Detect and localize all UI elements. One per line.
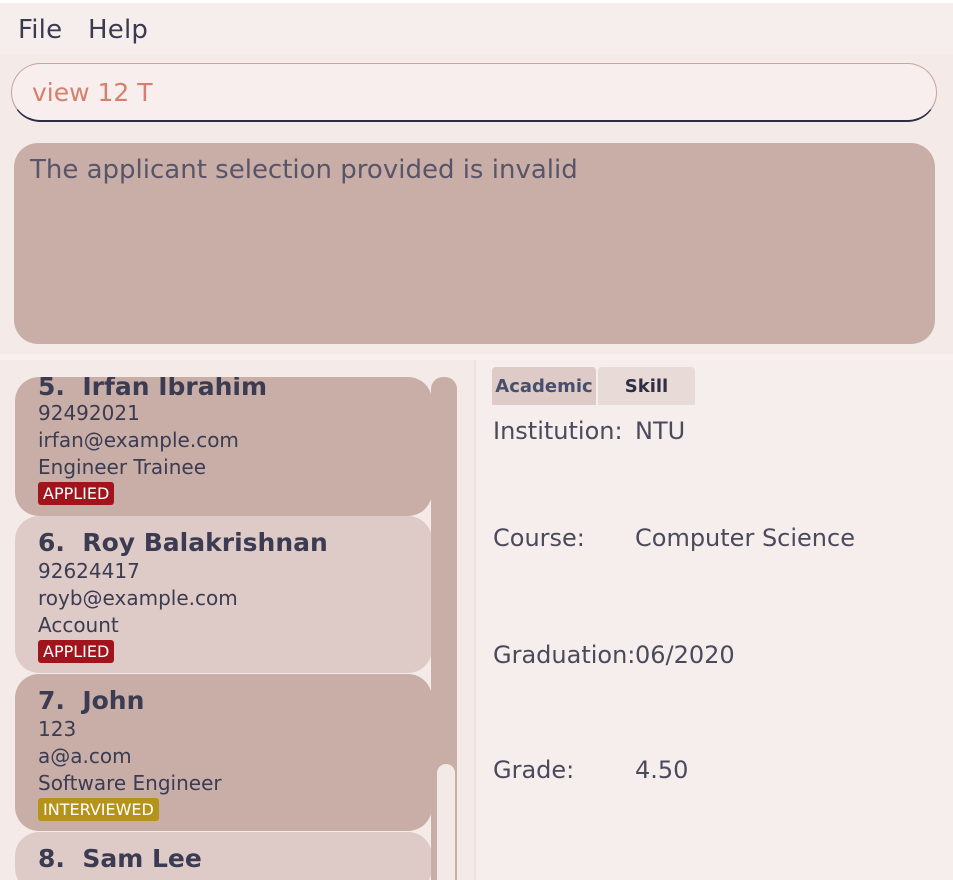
command-input[interactable]: view 12 T xyxy=(11,63,937,122)
applicant-email: irfan@example.com xyxy=(38,428,239,452)
applicant-card[interactable]: 7. John 123 a@a.com Software Engineer IN… xyxy=(15,674,432,831)
applicant-role: Account xyxy=(38,613,119,637)
result-message: The applicant selection provided is inva… xyxy=(30,155,578,185)
grade-value: 4.50 xyxy=(635,756,689,784)
applicant-email: royb@example.com xyxy=(38,586,238,610)
institution-label: Institution: xyxy=(493,417,623,445)
menu-help[interactable]: Help xyxy=(88,15,148,45)
applicant-role: Software Engineer xyxy=(38,771,222,795)
result-display: The applicant selection provided is inva… xyxy=(14,143,935,344)
menu-bar: File Help xyxy=(0,0,953,54)
graduation-label: Graduation: xyxy=(493,641,636,669)
applicant-phone: 92624417 xyxy=(38,559,140,583)
course-label: Course: xyxy=(493,524,585,552)
applicant-name: 5. Irfan Ibrahim xyxy=(38,377,268,401)
status-badge: INTERVIEWED xyxy=(38,798,159,821)
course-value: Computer Science xyxy=(635,524,855,552)
applicant-card[interactable]: 5. Irfan Ibrahim 92492021 irfan@example.… xyxy=(15,377,432,516)
graduation-value: 06/2020 xyxy=(635,641,735,669)
status-badge: APPLIED xyxy=(38,640,115,663)
command-input-text[interactable]: view 12 T xyxy=(32,78,153,107)
applicant-email: a@a.com xyxy=(38,744,132,768)
menu-file[interactable]: File xyxy=(18,15,62,45)
status-badge: APPLIED xyxy=(38,482,115,505)
grade-label: Grade: xyxy=(493,756,575,784)
list-scrollbar-thumb[interactable] xyxy=(437,764,455,880)
applicant-role: Engineer Trainee xyxy=(38,455,207,479)
applicant-phone: 92492021 xyxy=(38,401,140,425)
tab-academic[interactable]: Academic xyxy=(492,367,596,405)
applicant-phone: 123 xyxy=(38,717,77,741)
applicant-name: 8. Sam Lee xyxy=(38,844,202,873)
tab-skill[interactable]: Skill xyxy=(598,367,695,405)
institution-value: NTU xyxy=(635,417,686,445)
applicant-name: 7. John xyxy=(38,686,145,715)
applicant-card[interactable]: 6. Roy Balakrishnan 92624417 royb@exampl… xyxy=(15,516,432,673)
applicant-card[interactable]: 8. Sam Lee xyxy=(15,832,432,880)
applicant-name: 6. Roy Balakrishnan xyxy=(38,528,328,557)
